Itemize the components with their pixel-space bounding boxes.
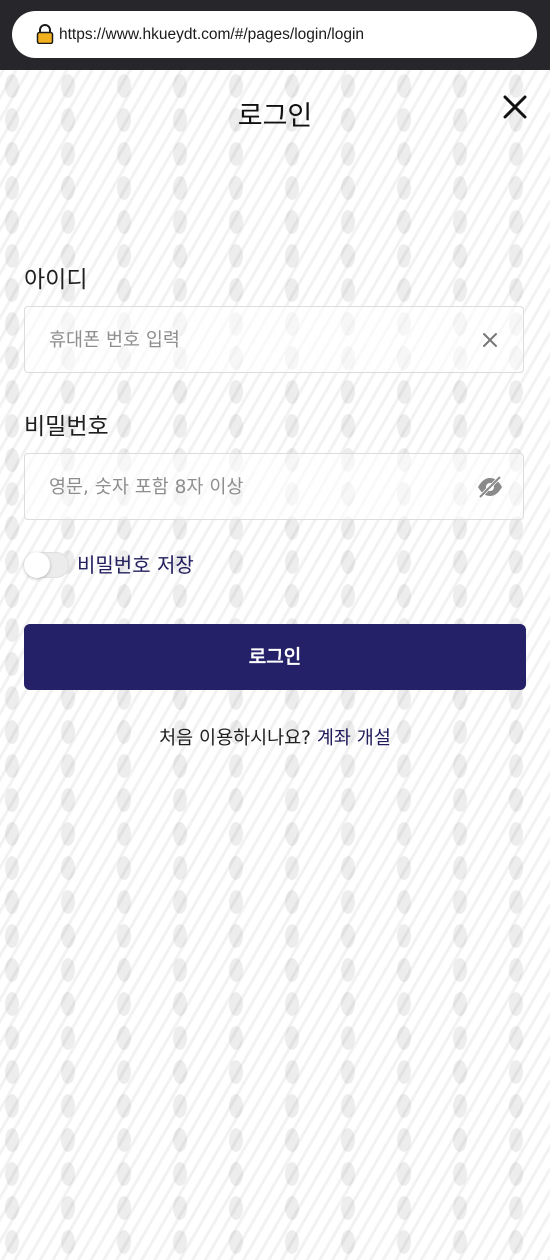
login-page: 로그인 아이디 비밀번호 비밀번호 저장 로그인 처음 이용하시나요? 계좌 개… (0, 70, 550, 1260)
save-password-label[interactable]: 비밀번호 저장 (77, 552, 194, 578)
id-input[interactable] (47, 307, 471, 374)
eye-slash-icon[interactable] (477, 476, 503, 498)
toggle-knob (24, 552, 50, 578)
url-field[interactable]: https://www.hkueydt.com/#/pages/login/lo… (12, 11, 537, 58)
signup-row: 처음 이용하시나요? 계좌 개설 (0, 724, 550, 750)
id-field-box (24, 306, 524, 374)
id-label: 아이디 (24, 267, 88, 293)
open-account-link[interactable]: 계좌 개설 (317, 728, 391, 749)
url-text: https://www.hkueydt.com/#/pages/login/lo… (59, 26, 365, 43)
clear-icon[interactable] (482, 332, 498, 348)
password-field-box (24, 453, 524, 521)
login-button[interactable]: 로그인 (24, 624, 526, 690)
save-password-toggle[interactable] (24, 552, 69, 578)
password-label: 비밀번호 (24, 414, 109, 440)
lock-icon (36, 24, 54, 44)
signup-prompt: 처음 이용하시나요? (159, 728, 317, 749)
password-input[interactable] (47, 454, 471, 521)
close-icon[interactable] (500, 92, 530, 122)
page-title: 로그인 (237, 101, 313, 132)
browser-address-bar: https://www.hkueydt.com/#/pages/login/lo… (0, 0, 550, 70)
